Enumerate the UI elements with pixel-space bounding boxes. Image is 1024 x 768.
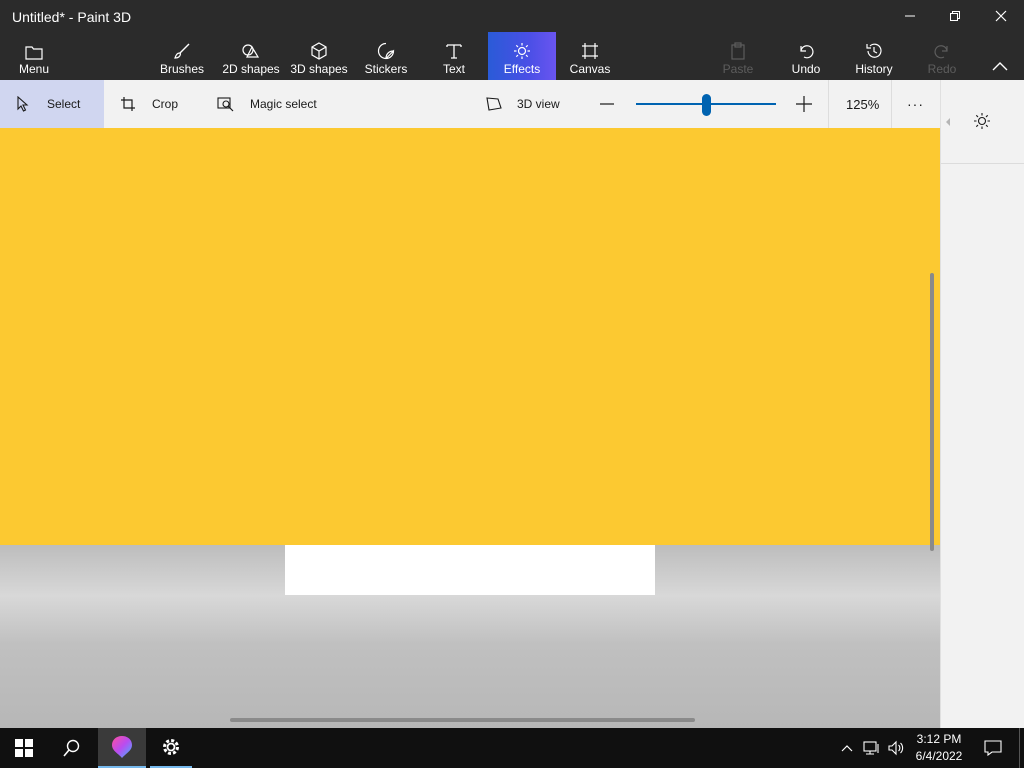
crop-button[interactable]: Crop xyxy=(120,80,178,128)
taskbar-paint-3d[interactable] xyxy=(98,728,146,768)
magic-select-button[interactable]: Magic select xyxy=(217,80,317,128)
tool-3d-shapes[interactable]: 3D shapes xyxy=(288,32,350,80)
show-hidden-icons-button[interactable] xyxy=(838,728,856,768)
close-icon xyxy=(995,10,1007,22)
magic-select-label: Magic select xyxy=(250,97,317,111)
restore-icon xyxy=(950,11,960,21)
taskbar-settings[interactable] xyxy=(150,728,192,768)
tool-brushes[interactable]: Brushes xyxy=(156,32,208,80)
select-button[interactable]: Select xyxy=(0,80,104,128)
network-icon xyxy=(863,741,879,755)
chevron-up-icon xyxy=(992,61,1008,70)
3d-view-icon xyxy=(486,97,502,111)
chevron-up-icon xyxy=(841,745,853,752)
speaker-icon xyxy=(888,740,904,756)
3d-view-button[interactable]: 3D view xyxy=(486,80,560,128)
gear-icon xyxy=(163,739,179,755)
zoom-level[interactable]: 125% xyxy=(846,80,879,128)
paste-button[interactable]: Paste xyxy=(712,32,764,80)
sticker-icon xyxy=(377,38,395,60)
search-icon xyxy=(63,739,80,757)
tool-stickers[interactable]: Stickers xyxy=(360,32,412,80)
shapes-2d-icon xyxy=(241,38,261,60)
yellow-fill-region[interactable] xyxy=(0,128,940,545)
clock-date: 6/4/2022 xyxy=(915,749,963,763)
folder-icon xyxy=(25,38,43,60)
cursor-icon xyxy=(17,96,29,112)
start-button[interactable] xyxy=(0,728,48,768)
taskbar: 3:12 PM 6/4/2022 xyxy=(0,728,1024,768)
text-icon xyxy=(445,38,463,60)
network-status[interactable] xyxy=(861,728,883,768)
canvas-icon xyxy=(581,38,599,60)
divider xyxy=(891,80,892,128)
notifications-button[interactable] xyxy=(978,728,1008,768)
zoom-out-button[interactable] xyxy=(600,80,614,128)
crop-icon xyxy=(121,97,135,111)
system-clock[interactable]: 3:12 PM 6/4/2022 xyxy=(908,731,970,765)
expand-panel-icon[interactable] xyxy=(945,117,951,127)
zoom-slider-thumb[interactable] xyxy=(701,94,711,116)
search-button[interactable] xyxy=(48,728,96,768)
sun-icon xyxy=(513,38,531,60)
collapse-ribbon-button[interactable] xyxy=(978,32,1022,80)
tool-effects[interactable]: Effects xyxy=(488,32,556,80)
minimize-button[interactable] xyxy=(887,0,933,32)
divider xyxy=(941,163,1024,164)
tool-canvas[interactable]: Canvas xyxy=(564,32,616,80)
windows-logo-icon xyxy=(15,739,33,757)
history-icon xyxy=(865,38,883,60)
vertical-scrollbar[interactable] xyxy=(930,273,934,551)
minus-icon xyxy=(600,103,614,105)
select-label: Select xyxy=(47,97,81,111)
paint-3d-icon xyxy=(112,736,132,758)
more-options-button[interactable]: ··· xyxy=(907,80,924,128)
zoom-in-button[interactable] xyxy=(796,80,812,128)
tool-2d-shapes[interactable]: 2D shapes xyxy=(220,32,282,80)
crop-label: Crop xyxy=(152,97,179,111)
horizontal-scrollbar[interactable] xyxy=(230,718,695,722)
divider xyxy=(828,80,829,128)
show-desktop-button[interactable] xyxy=(1019,728,1020,768)
canvas-workspace[interactable] xyxy=(0,128,940,728)
clock-time: 3:12 PM xyxy=(916,732,962,746)
cube-icon xyxy=(310,38,328,60)
history-button[interactable]: History xyxy=(846,32,902,80)
menu-button[interactable]: Menu xyxy=(0,32,68,80)
selection-toolbar: Select Crop Magic select 3D view 125% ··… xyxy=(0,80,940,128)
plus-icon xyxy=(796,96,812,112)
app-ribbon: Untitled* - Paint 3D Menu Brushes 2D sha… xyxy=(0,0,1024,80)
window-title: Untitled* - Paint 3D xyxy=(12,9,132,25)
minimize-icon xyxy=(905,15,915,17)
restore-button[interactable] xyxy=(932,0,978,32)
3d-view-label: 3D view xyxy=(517,97,560,111)
undo-icon xyxy=(797,38,815,60)
side-panel xyxy=(940,80,1024,728)
redo-button[interactable]: Redo xyxy=(916,32,968,80)
canvas[interactable] xyxy=(285,545,655,595)
redo-icon xyxy=(933,38,951,60)
close-button[interactable] xyxy=(978,0,1024,32)
paste-icon xyxy=(729,38,747,60)
undo-button[interactable]: Undo xyxy=(780,32,832,80)
brush-icon xyxy=(173,38,191,60)
magic-select-icon xyxy=(217,97,234,112)
volume-control[interactable] xyxy=(885,728,907,768)
lighting-icon[interactable] xyxy=(973,112,991,130)
tool-text[interactable]: Text xyxy=(428,32,480,80)
notification-icon xyxy=(984,740,1002,756)
